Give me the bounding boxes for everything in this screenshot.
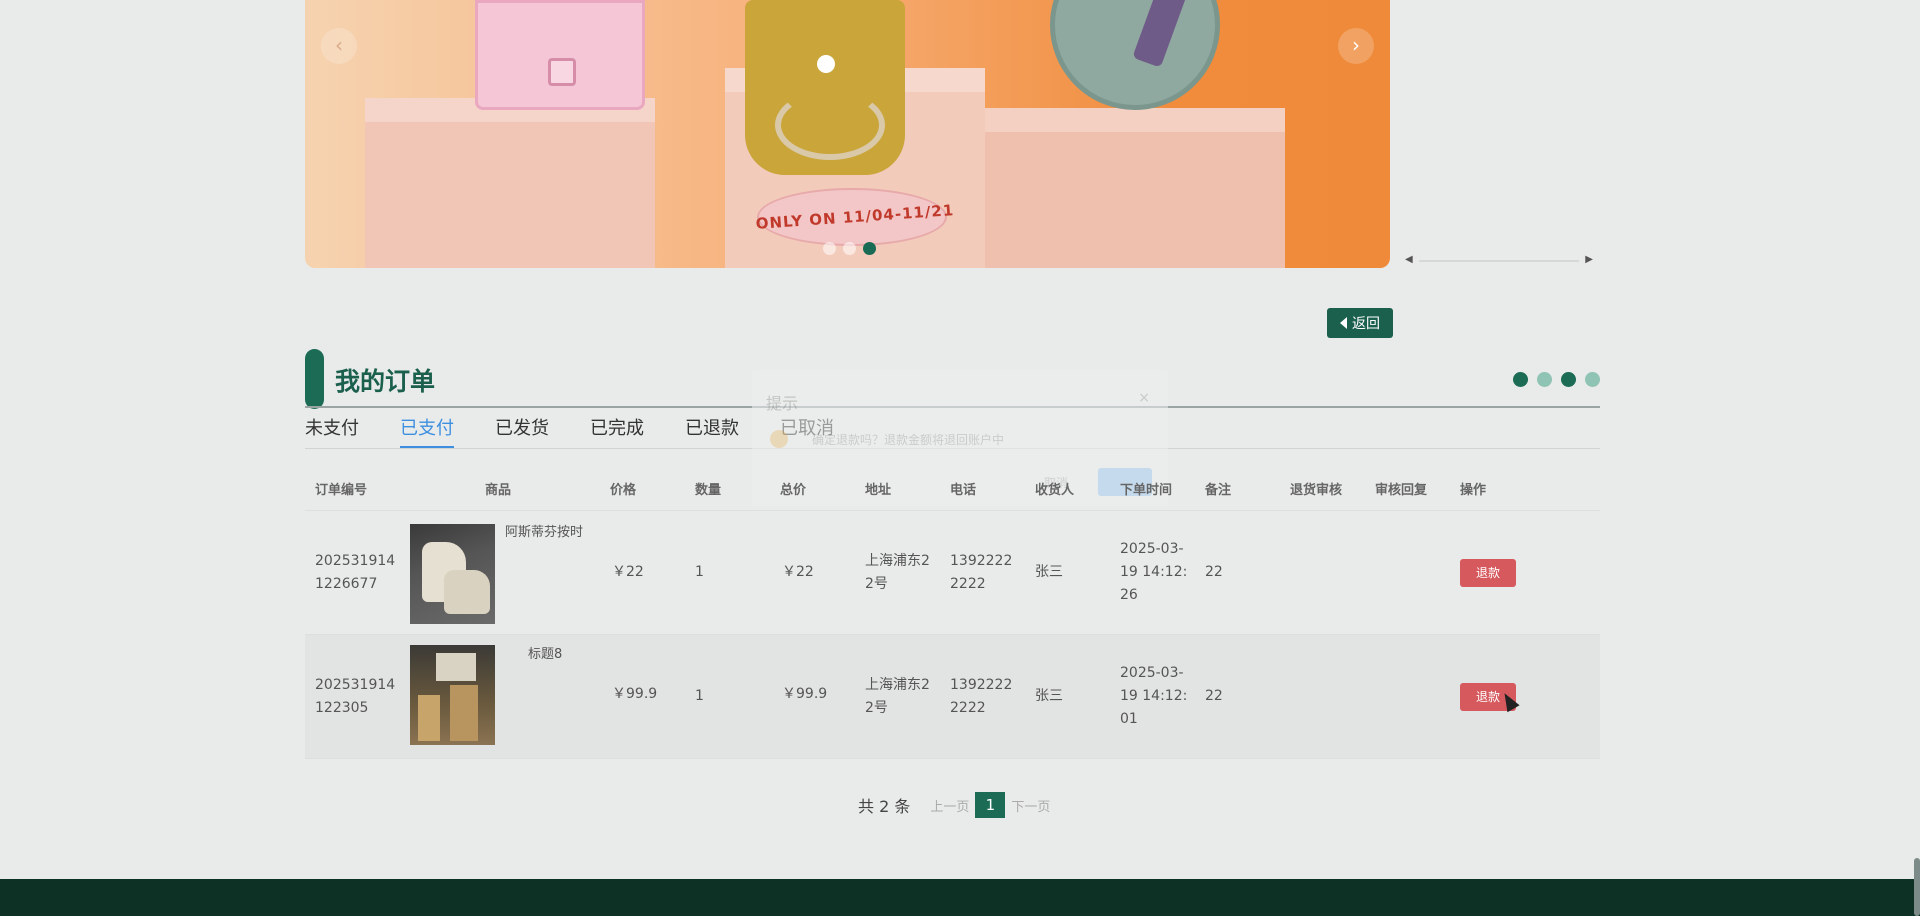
table-row: 202531914 1226677 阿斯蒂芬按时 ￥22 1 ￥22 上海浦东2 2… — [305, 511, 1600, 635]
close-icon[interactable]: × — [1138, 390, 1150, 406]
carousel-dot-active[interactable] — [863, 242, 876, 255]
chevron-left-icon[interactable]: ‹ — [321, 28, 357, 64]
order-time: 2025-03- 19 14:12: 26 — [1120, 541, 1188, 603]
refund-button[interactable]: 退款 — [1460, 559, 1516, 587]
pink-handbag-image — [475, 0, 645, 110]
column-header: 下单时间 — [1120, 483, 1173, 498]
decoration-dot — [1585, 372, 1600, 387]
dialog-message: 确定退款吗？退款金额将退回账户中 — [812, 433, 1005, 447]
receiver: 张三 — [1035, 688, 1063, 704]
tab-2[interactable]: 已支付 — [400, 415, 454, 448]
decoration-dot — [1561, 372, 1576, 387]
note: 22 — [1205, 564, 1223, 580]
table-row: 202531914 122305 标题8 ￥99.9 1 ￥99.9 上海浦东2 2… — [305, 635, 1600, 759]
page-title: 我的订单 — [335, 367, 436, 396]
order-number: 202531914 1226677 — [315, 553, 396, 592]
order-number: 202531914 122305 — [315, 677, 396, 716]
chevron-right-icon[interactable]: › — [1338, 28, 1374, 64]
order-time: 2025-03- 19 14:12: 01 — [1120, 665, 1188, 727]
column-header: 审核回复 — [1375, 483, 1428, 498]
orders-table: 订单编号 商品 价格 数量 总价 地址 电话 收货人 下单时间 备注 退货审核 审核回复 操作 2025… — [305, 463, 1600, 759]
column-header: 商品 — [485, 483, 512, 498]
address: 上海浦东2 2号 — [865, 677, 930, 716]
scroll-left-icon[interactable]: ◀ — [1405, 254, 1413, 265]
decoration-dot — [1537, 372, 1552, 387]
product-name[interactable]: 阿斯蒂芬按时 — [505, 521, 583, 544]
column-header: 收货人 — [1035, 483, 1075, 498]
gold-bucket-bag-image — [745, 0, 905, 175]
carousel-indicators — [823, 242, 876, 255]
column-header: 备注 — [1205, 483, 1232, 498]
product-image[interactable] — [410, 645, 495, 745]
column-header: 地址 — [865, 483, 892, 498]
display-pedestal — [955, 108, 1285, 268]
caret-left-icon — [1340, 317, 1347, 329]
price: ￥22 — [612, 564, 644, 580]
next-page-button[interactable]: 下一页 — [1011, 796, 1050, 815]
column-header: 总价 — [780, 483, 807, 498]
page-number-current[interactable]: 1 — [975, 792, 1006, 818]
display-pedestal — [365, 98, 655, 268]
phone: 1392222 2222 — [950, 677, 1013, 716]
tab-3[interactable]: 已发货 — [495, 415, 549, 448]
column-header: 电话 — [950, 483, 977, 498]
vertical-scrollbar-thumb[interactable] — [1914, 858, 1920, 916]
phone: 1392222 2222 — [950, 553, 1013, 592]
carousel-dot[interactable] — [823, 242, 836, 255]
quantity: 1 — [695, 564, 704, 580]
column-header: 价格 — [610, 483, 637, 498]
price: ￥99.9 — [612, 686, 658, 702]
total-price: ￥99.9 — [782, 686, 828, 702]
scroll-right-icon[interactable]: ▶ — [1585, 254, 1593, 265]
address: 上海浦东2 2号 — [865, 553, 930, 592]
column-header: 退货审核 — [1290, 483, 1343, 498]
prev-page-button[interactable]: 上一页 — [930, 796, 969, 815]
tab-1[interactable]: 未支付 — [305, 415, 359, 448]
receiver: 张三 — [1035, 564, 1063, 580]
round-teal-bag-image — [1050, 0, 1220, 110]
horizontal-scrollbar[interactable]: ◀ ▶ — [1405, 254, 1593, 268]
tab-5[interactable]: 已退款 — [685, 415, 739, 448]
banner-carousel[interactable]: ONLY ON 11/04-11/21 ‹ › — [305, 0, 1390, 268]
back-button[interactable]: 返回 — [1327, 308, 1393, 338]
warning-icon — [770, 430, 788, 448]
quantity: 1 — [695, 688, 704, 704]
carousel-dot[interactable] — [843, 242, 856, 255]
dialog-title: 提示 — [766, 394, 799, 413]
column-header: 数量 — [695, 483, 722, 498]
product-image[interactable] — [410, 524, 495, 624]
footer — [0, 879, 1920, 916]
total-price: ￥22 — [782, 564, 814, 580]
table-header: 订单编号 商品 价格 数量 总价 地址 电话 收货人 下单时间 备注 退货审核 审核回复 操作 — [305, 463, 1600, 511]
back-button-label: 返回 — [1352, 316, 1380, 332]
note: 22 — [1205, 688, 1223, 704]
column-header: 操作 — [1460, 483, 1487, 498]
column-header: 订单编号 — [315, 483, 368, 498]
product-name[interactable]: 标题8 — [528, 643, 562, 666]
section-decoration-dots — [1513, 372, 1600, 387]
scroll-track[interactable] — [1419, 260, 1579, 262]
decoration-dot — [1513, 372, 1528, 387]
pagination: 共 2 条 上一页 1 下一页 — [858, 792, 1056, 818]
section-accent-bar — [305, 349, 324, 409]
total-count: 共 2 条 — [858, 797, 911, 816]
tab-4[interactable]: 已完成 — [590, 415, 644, 448]
